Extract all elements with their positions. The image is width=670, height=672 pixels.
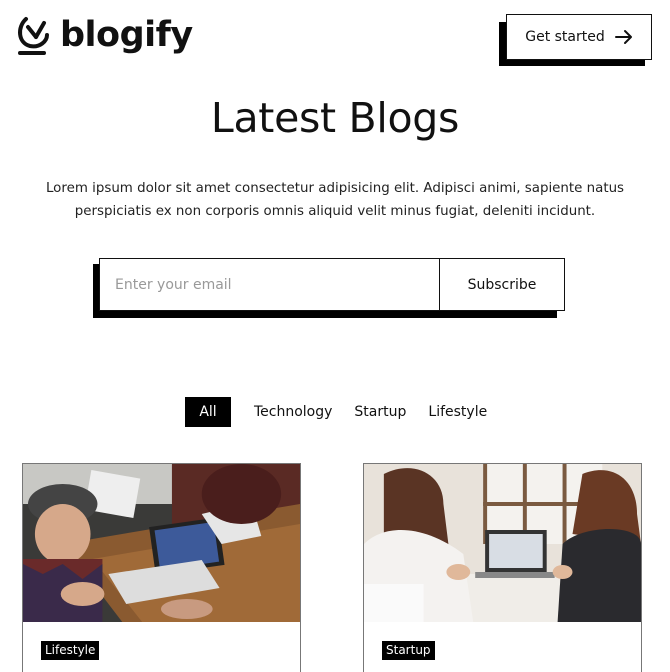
logo[interactable]: blogify: [14, 13, 193, 57]
subscribe-form-wrapper: Subscribe: [93, 258, 565, 318]
card-tag[interactable]: Startup: [382, 641, 435, 660]
two-women-at-laptop-photo: [364, 464, 641, 622]
subscribe-button[interactable]: Subscribe: [439, 259, 564, 310]
filter-all[interactable]: All: [185, 397, 231, 427]
filter-technology[interactable]: Technology: [254, 397, 332, 427]
get-started-label: Get started: [525, 29, 605, 45]
category-filters: All Technology Startup Lifestyle: [185, 397, 487, 427]
meeting-with-laptops-photo: [23, 464, 300, 622]
subscribe-form: Subscribe: [99, 258, 565, 311]
satellite-dish-icon: [18, 17, 49, 55]
filter-startup[interactable]: Startup: [354, 397, 406, 427]
blog-card[interactable]: Startup: [363, 463, 642, 672]
page-title: Latest Blogs: [210, 94, 460, 142]
get-started-button[interactable]: Get started: [506, 14, 652, 60]
email-input[interactable]: [100, 259, 439, 310]
card-tag[interactable]: Lifestyle: [41, 641, 100, 660]
blog-card[interactable]: Lifestyle: [22, 463, 301, 672]
arrow-right-icon: [614, 30, 632, 44]
logo-text: blogify: [60, 14, 193, 55]
filter-lifestyle[interactable]: Lifestyle: [428, 397, 487, 427]
get-started-wrapper: Get started: [499, 14, 653, 66]
intro-text: Lorem ipsum dolor sit amet consectetur a…: [45, 181, 625, 219]
